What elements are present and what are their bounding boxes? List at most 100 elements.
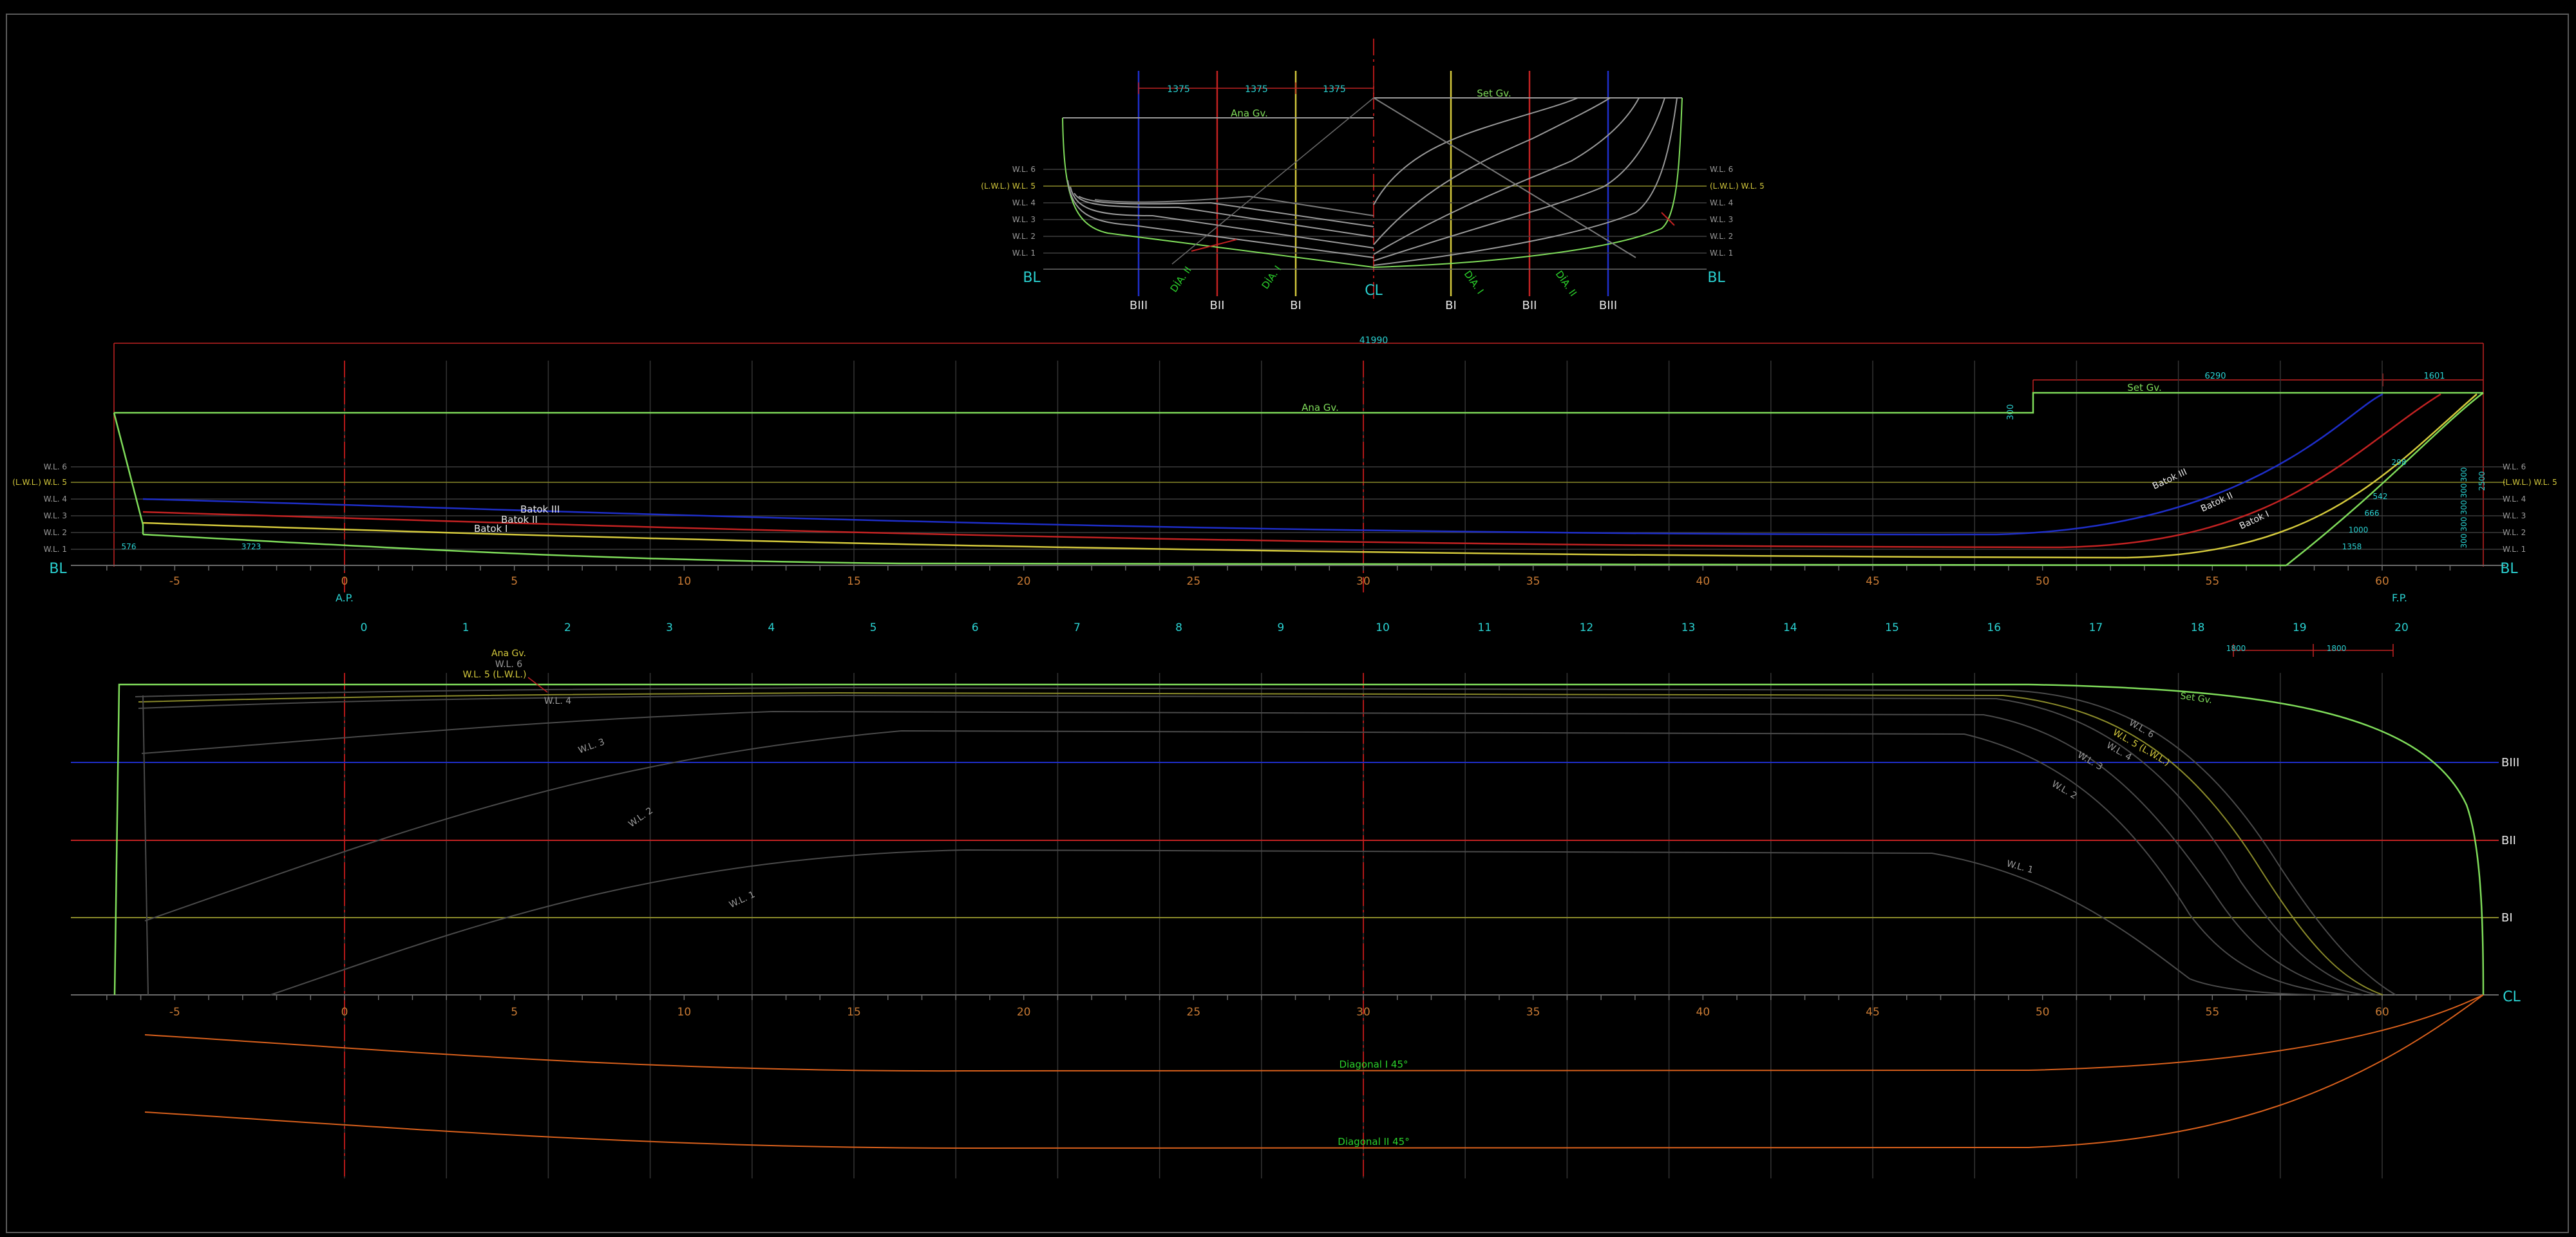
profile-frame-number: 16 xyxy=(1987,621,2001,634)
profile-frame-number: 14 xyxy=(1783,621,1797,634)
profile-frame-number: 3 xyxy=(666,621,673,634)
profile-set-gv: Set Gv. xyxy=(2127,382,2162,393)
profile-station-number: 55 xyxy=(2206,575,2220,588)
hb-label-bi: BI xyxy=(2501,911,2513,925)
profile-frame-labels: 0 1 2 3 4 5 6 7 8 9 10 11 12 13 14 15 16 17 18 19 20 xyxy=(361,621,2409,634)
svg-text:542: 542 xyxy=(2373,492,2388,501)
hb-label-cl: CL xyxy=(2503,989,2521,1005)
svg-text:W.L. 1: W.L. 1 xyxy=(1710,249,1733,258)
hb-label-ana-gv: Ana Gv. xyxy=(491,648,526,659)
profile-aft-dim-1: 576 xyxy=(122,542,137,551)
svg-text:2500: 2500 xyxy=(2477,471,2486,491)
profile-station-number: 45 xyxy=(1866,575,1880,588)
svg-text:(L.W.L.) W.L. 5: (L.W.L.) W.L. 5 xyxy=(981,182,1036,191)
svg-text:BII: BII xyxy=(1522,299,1537,312)
hb-label-bii: BII xyxy=(2501,834,2516,847)
body-plan-cl: CL xyxy=(1365,283,1383,299)
diagonal-ii-label: Diagonal II 45° xyxy=(1338,1136,1409,1147)
profile-aft-dim-2: 3723 xyxy=(242,542,261,551)
svg-text:666: 666 xyxy=(2365,509,2380,518)
profile-station-number: 40 xyxy=(1696,575,1710,588)
profile-station-number: 5 xyxy=(511,575,518,588)
hb-station-number: 35 xyxy=(1526,1006,1540,1019)
body-dim-1: 1375 xyxy=(1167,84,1190,95)
svg-text:W.L. 3: W.L. 3 xyxy=(1710,215,1733,224)
svg-text:298: 298 xyxy=(2392,458,2407,467)
profile-frame-number: 8 xyxy=(1175,621,1182,634)
profile-bl-right: BL xyxy=(2500,561,2518,577)
hb-station-number: -5 xyxy=(169,1006,180,1019)
hb-dim-1: 1800 xyxy=(2226,644,2246,653)
profile-station-number: -5 xyxy=(169,575,180,588)
profile-ana-gv: Ana Gv. xyxy=(1302,402,1339,413)
profile-station-number: 60 xyxy=(2375,575,2389,588)
svg-text:300: 300 xyxy=(2459,467,2468,482)
profile-frame-number: 10 xyxy=(1376,621,1390,634)
svg-text:W.L. 2: W.L. 2 xyxy=(1710,232,1733,241)
profile-dim-6290: 6290 xyxy=(2204,372,2226,381)
profile-overall-length: 41990 xyxy=(1359,335,1388,346)
hb-station-number: 20 xyxy=(1017,1006,1031,1019)
profile-station-number: 10 xyxy=(677,575,692,588)
profile-frame-number: 18 xyxy=(2191,621,2205,634)
profile-frame-number: 6 xyxy=(972,621,979,634)
profile-station-number: 15 xyxy=(847,575,861,588)
profile-frame-number: 1 xyxy=(462,621,469,634)
svg-text:BII: BII xyxy=(1210,299,1225,312)
svg-text:BIII: BIII xyxy=(1130,299,1148,312)
hb-station-number: 50 xyxy=(2036,1006,2050,1019)
svg-text:BI: BI xyxy=(1290,299,1302,312)
profile-frame-number: 20 xyxy=(2394,621,2409,634)
svg-text:W.L. 2: W.L. 2 xyxy=(1012,232,1036,241)
svg-text:(L.W.L.) W.L. 5: (L.W.L.) W.L. 5 xyxy=(2503,478,2557,487)
svg-text:W.L. 4: W.L. 4 xyxy=(1012,198,1036,207)
svg-text:W.L. 3: W.L. 3 xyxy=(44,511,67,520)
profile-station-number: 50 xyxy=(2036,575,2050,588)
svg-text:300: 300 xyxy=(2459,534,2468,549)
profile-station-number: 35 xyxy=(1526,575,1540,588)
svg-text:W.L. 2: W.L. 2 xyxy=(44,528,67,537)
body-plan-dimensions: 1375 1375 1375 xyxy=(1138,82,1374,95)
profile-fp-label: F.P. xyxy=(2392,592,2407,604)
svg-text:1000: 1000 xyxy=(2349,525,2369,534)
svg-text:W.L. 6: W.L. 6 xyxy=(44,462,67,471)
profile-frame-number: 11 xyxy=(1477,621,1492,634)
hb-station-number: 0 xyxy=(341,1006,348,1019)
svg-text:(L.W.L.) W.L. 5: (L.W.L.) W.L. 5 xyxy=(12,478,67,487)
svg-text:BI: BI xyxy=(1445,299,1457,312)
profile-station-number: 20 xyxy=(1017,575,1031,588)
profile-frame-number: 19 xyxy=(2293,621,2307,634)
hb-station-number: 60 xyxy=(2375,1006,2389,1019)
profile-ap-label: A.P. xyxy=(336,592,354,604)
profile-frame-number: 17 xyxy=(2089,621,2103,634)
profile-station-number: 25 xyxy=(1187,575,1201,588)
hb-station-number: 25 xyxy=(1187,1006,1201,1019)
diagonal-i-label: Diagonal I 45° xyxy=(1339,1059,1408,1070)
svg-text:300: 300 xyxy=(2459,517,2468,532)
hb-station-number: 5 xyxy=(511,1006,518,1019)
profile-frame-number: 5 xyxy=(870,621,877,634)
body-plan-bl-right: BL xyxy=(1707,270,1725,286)
profile-frame-number: 9 xyxy=(1277,621,1284,634)
profile-station-number: 0 xyxy=(341,575,348,588)
profile-bl-left: BL xyxy=(49,561,67,577)
hb-label-wl6: W.L. 6 xyxy=(495,659,522,670)
lines-plan-drawing: 1375 1375 1375 W.L. 6 (L.W.L.) W.L. 5 W.… xyxy=(0,0,2576,1237)
profile-dim-1601: 1601 xyxy=(2423,372,2445,381)
svg-text:W.L. 1: W.L. 1 xyxy=(2503,545,2526,554)
hb-station-number: 10 xyxy=(677,1006,692,1019)
svg-text:W.L. 4: W.L. 4 xyxy=(44,495,67,504)
profile-station-number: 30 xyxy=(1356,575,1370,588)
profile-frame-number: 2 xyxy=(564,621,571,634)
hb-label-wl4: W.L. 4 xyxy=(544,696,571,706)
hb-label-biii: BIII xyxy=(2501,756,2519,770)
body-dim-3: 1375 xyxy=(1323,84,1346,95)
body-plan-set-gv: Set Gv. xyxy=(1477,88,1511,99)
hb-station-number: 40 xyxy=(1696,1006,1710,1019)
svg-text:BIII: BIII xyxy=(1599,299,1617,312)
profile-frame-number: 13 xyxy=(1681,621,1696,634)
profile-label-batok-i-aft: Batok I xyxy=(474,523,507,534)
profile-frame-number: 0 xyxy=(361,621,368,634)
svg-text:W.L. 3: W.L. 3 xyxy=(1012,215,1036,224)
svg-text:1358: 1358 xyxy=(2342,542,2362,551)
